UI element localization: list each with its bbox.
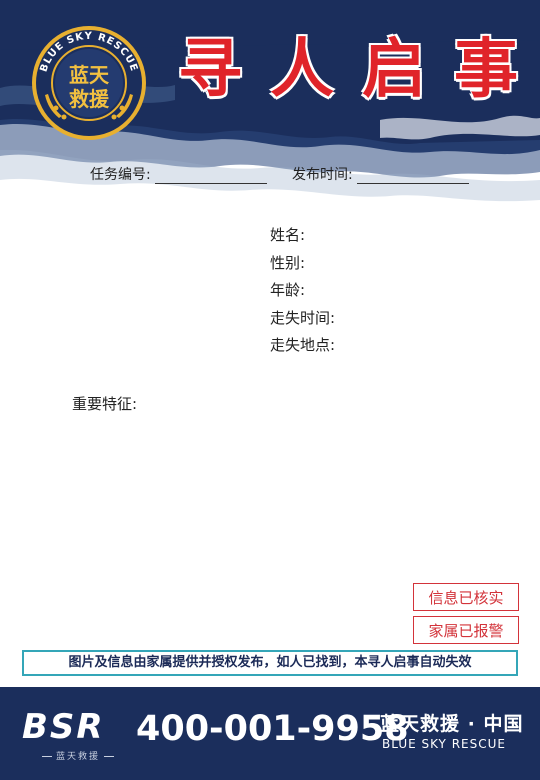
reported-badge: 家属已报警: [413, 616, 519, 644]
page-title: 寻 人 启 事: [178, 30, 518, 110]
hotline-number[interactable]: 400-001-9958: [136, 709, 409, 749]
publish-time-field: 发布时间:: [292, 164, 470, 184]
publish-time-label: 发布时间:: [292, 167, 353, 183]
blue-sky-rescue-logo: BLUE SKY RESCUE 蓝天 救援: [30, 24, 148, 142]
task-number-blank[interactable]: [155, 169, 268, 184]
missing-time-label: 走失时间:: [270, 308, 336, 327]
person-info: 姓名: 性别: 年龄: 走失时间: 走失地点:: [270, 222, 335, 360]
org-name-cn: 蓝天救援 · 中国: [380, 713, 524, 735]
title-char: 启: [362, 33, 426, 107]
publish-time-blank[interactable]: [357, 169, 470, 184]
title-char: 寻: [178, 33, 242, 107]
gender-label: 性别:: [270, 253, 306, 272]
disclaimer-notice: 图片及信息由家属提供并授权发布，如人已找到，本寻人启事自动失效: [22, 650, 518, 676]
svg-text:救援: 救援: [69, 87, 110, 111]
bsr-logo-text: BSR: [22, 707, 105, 747]
missing-place-label: 走失地点:: [270, 336, 336, 354]
svg-text:蓝天: 蓝天: [69, 63, 110, 87]
task-number-field: 任务编号:: [90, 164, 268, 184]
title-char: 人: [270, 33, 334, 107]
org-name-en: BLUE SKY RESCUE: [382, 737, 506, 751]
features-label: 重要特征:: [72, 395, 138, 413]
bsr-subtitle: 蓝天救援: [38, 749, 118, 762]
name-label: 姓名:: [270, 226, 306, 244]
footer: BSR 蓝天救援 400-001-9958 蓝天救援 · 中国 BLUE SKY…: [0, 687, 540, 780]
age-label: 年龄:: [270, 281, 306, 299]
title-char: 事: [454, 33, 518, 107]
task-number-label: 任务编号:: [90, 167, 151, 183]
verified-badge: 信息已核实: [413, 583, 519, 611]
